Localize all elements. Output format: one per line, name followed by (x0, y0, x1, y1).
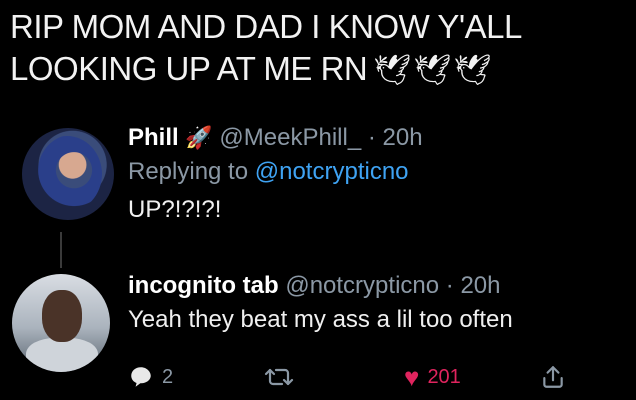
caption-line-1: RIP MOM AND DAD I KNOW Y'ALL (10, 8, 522, 45)
tweet-content: incognito tab @notcrypticno · 20h Yeah t… (128, 270, 513, 336)
replying-to-handle[interactable]: @notcrypticno (255, 158, 409, 185)
separator-dot: · (367, 124, 376, 151)
tweet-actions: 2 ♥ 201 (128, 364, 588, 394)
caption-line-2: LOOKING UP AT ME RN 🕊🕊🕊 (10, 48, 630, 92)
share-icon (543, 366, 563, 388)
separator-dot: · (445, 272, 454, 299)
dove-emojis: 🕊🕊🕊 (373, 54, 494, 87)
rocket-emoji: 🚀 (185, 125, 213, 150)
user-handle[interactable]: @MeekPhill_ (219, 124, 361, 151)
replying-to-prefix: Replying to (128, 158, 249, 185)
reply-count: 2 (162, 365, 174, 388)
tweet-header: Phill 🚀 @MeekPhill_ · 20h (128, 122, 423, 154)
tweet-text: UP?!?!?! (128, 196, 222, 223)
like-button[interactable]: ♥ 201 (404, 364, 461, 390)
reply-tweet[interactable]: incognito tab @notcrypticno · 20h Yeah t… (0, 270, 636, 400)
heart-icon: ♥ (404, 362, 420, 392)
timestamp[interactable]: 20h (383, 124, 423, 151)
meme-caption: RIP MOM AND DAD I KNOW Y'ALL LOOKING UP … (10, 6, 630, 92)
reply-button[interactable]: 2 (128, 364, 173, 390)
tweet-content: Phill 🚀 @MeekPhill_ · 20h Replying to @n… (128, 122, 423, 226)
reply-icon (131, 367, 151, 387)
like-count: 201 (427, 365, 461, 388)
replying-to: Replying to @notcrypticno (128, 156, 423, 188)
avatar[interactable] (12, 274, 110, 372)
tweet-text: Yeah they beat my ass a lil too often (128, 306, 513, 333)
retweet-icon (264, 368, 294, 386)
user-handle[interactable]: @notcrypticno (285, 272, 439, 299)
retweet-button[interactable] (264, 364, 294, 390)
avatar-image (32, 136, 102, 212)
display-name[interactable]: Phill (128, 124, 179, 151)
caption-line-2-text: LOOKING UP AT ME RN (10, 50, 368, 87)
avatar[interactable] (22, 128, 114, 220)
thread-connector-line (60, 232, 62, 268)
parent-tweet[interactable]: Phill 🚀 @MeekPhill_ · 20h Replying to @n… (0, 122, 636, 252)
avatar-image-face (42, 290, 82, 342)
avatar-image-body (26, 338, 98, 372)
display-name[interactable]: incognito tab (128, 272, 279, 299)
share-button[interactable] (540, 364, 566, 390)
tweet-header: incognito tab @notcrypticno · 20h (128, 270, 513, 302)
timestamp[interactable]: 20h (460, 272, 500, 299)
